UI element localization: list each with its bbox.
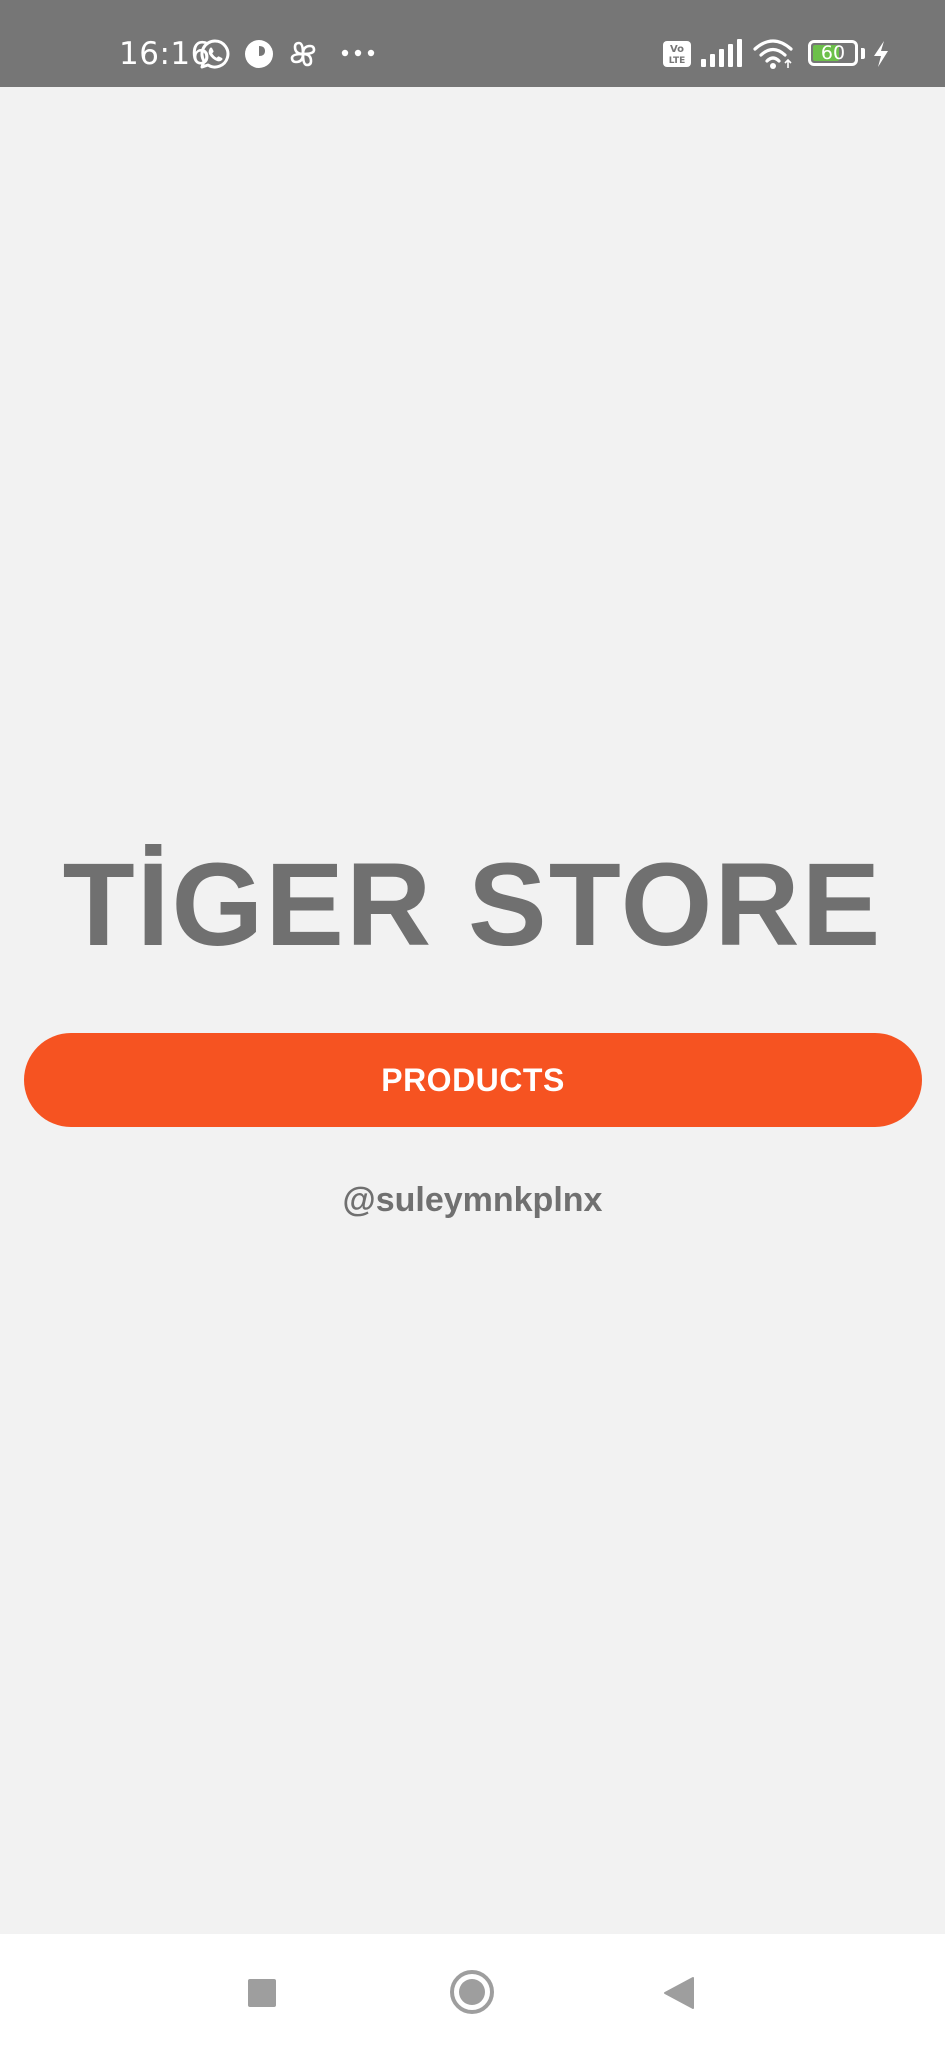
home-circle-icon[interactable] — [449, 1969, 495, 2015]
pinwheel-icon — [290, 41, 316, 67]
whatsapp-icon — [200, 39, 230, 69]
battery-level: 60 — [820, 42, 846, 64]
app-title: TİGER STORE — [62, 839, 883, 971]
battery-icon: 60 — [808, 40, 858, 66]
volte-icon: Vo LTE — [663, 41, 691, 67]
app-icon — [245, 40, 273, 68]
navigation-bar — [0, 1934, 945, 2048]
signal-icon — [701, 39, 742, 67]
author-handle: @suleymnkplnx — [342, 1181, 603, 1219]
svg-text:Vo: Vo — [670, 44, 684, 55]
back-triangle-icon[interactable] — [663, 1976, 695, 2010]
battery-cap — [861, 48, 865, 59]
status-bar: 16:16 Vo LTE 60 — [0, 0, 945, 87]
svg-text:LTE: LTE — [669, 56, 686, 66]
charging-icon — [874, 41, 888, 67]
wifi-icon — [753, 39, 793, 69]
recents-square-icon[interactable] — [247, 1978, 277, 2008]
more-dots-icon — [341, 49, 375, 57]
products-button[interactable]: PRODUCTS — [24, 1033, 922, 1127]
status-time: 16:16 — [119, 36, 211, 72]
